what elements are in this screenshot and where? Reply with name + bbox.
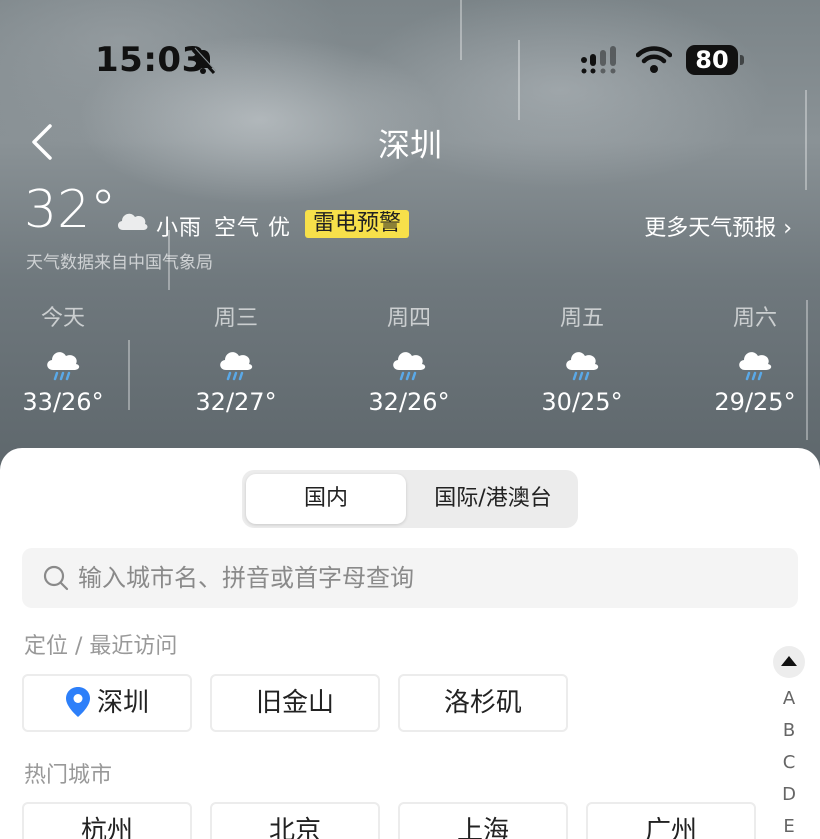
index-scroll-top-button[interactable] xyxy=(773,646,805,678)
battery-indicator: 80 xyxy=(686,45,738,75)
battery-cap xyxy=(740,55,744,65)
rain-cloud-icon xyxy=(566,352,599,381)
recent-city-label: 洛杉矶 xyxy=(443,688,522,718)
city-title: 深圳 xyxy=(377,126,442,164)
forecast-day: 周三 32/27° xyxy=(181,300,291,416)
cellular-signal-icon xyxy=(581,46,616,74)
hot-city-label: 上海 xyxy=(456,816,509,839)
forecast-day-temps: 29/25° xyxy=(714,388,796,416)
forecast-day: 今天 33/26° xyxy=(8,300,118,416)
more-forecast-link[interactable]: 更多天气预报 › xyxy=(644,210,792,242)
cloud-icon xyxy=(117,213,148,230)
hot-city-label: 广州 xyxy=(644,816,697,839)
recent-city-chip[interactable]: 洛杉矶 xyxy=(398,674,568,732)
forecast-day: 周六 29/25° xyxy=(700,300,810,416)
hot-city-label: 北京 xyxy=(268,816,321,839)
forecast-strip: 今天 33/26° 周三 32/27° 周四 32/26° 周五 30/25° … xyxy=(0,300,820,430)
air-quality: 空气 优 xyxy=(214,216,291,241)
forecast-day-name: 周四 xyxy=(386,306,431,331)
triangle-up-icon xyxy=(781,656,797,666)
hot-city-chip[interactable]: 杭州 xyxy=(22,802,192,839)
forecast-day-name: 周三 xyxy=(213,306,258,331)
location-pin-icon xyxy=(65,686,90,717)
forecast-day-temps: 32/26° xyxy=(368,388,450,416)
forecast-day-temps: 32/27° xyxy=(195,388,277,416)
data-source-text: 天气数据来自中国气象局 xyxy=(26,253,213,273)
hot-city-chip[interactable]: 上海 xyxy=(398,802,568,839)
rain-cloud-icon xyxy=(47,352,80,381)
hot-cities-label: 热门城市 xyxy=(24,763,113,788)
forecast-day-temps: 30/25° xyxy=(541,388,623,416)
city-search-input[interactable] xyxy=(78,548,778,608)
weather-condition: 小雨 xyxy=(156,216,203,241)
forecast-day-temps: 33/26° xyxy=(22,388,104,416)
hot-city-chip[interactable]: 广州 xyxy=(586,802,756,839)
recent-section-label: 定位 / 最近访问 xyxy=(24,634,178,659)
forecast-day: 周四 32/26° xyxy=(354,300,464,416)
search-icon xyxy=(43,565,69,591)
wifi-icon xyxy=(636,46,672,73)
search-box[interactable] xyxy=(22,548,798,608)
rain-cloud-icon xyxy=(739,352,772,381)
forecast-day-name: 今天 xyxy=(40,306,85,331)
index-letter[interactable]: D xyxy=(772,784,806,805)
recent-city-chip[interactable]: 旧金山 xyxy=(210,674,380,732)
recent-city-label: 旧金山 xyxy=(255,688,334,718)
index-letter[interactable]: E xyxy=(772,816,806,837)
bell-muted-icon xyxy=(191,47,217,75)
index-letter[interactable]: C xyxy=(772,752,806,773)
forecast-day-name: 周六 xyxy=(732,306,777,331)
rain-cloud-icon xyxy=(393,352,426,381)
recent-city-label: 深圳 xyxy=(96,688,149,718)
region-segmented-control: 国内 国际/港澳台 xyxy=(242,470,578,528)
tab-domestic[interactable]: 国内 xyxy=(246,474,406,524)
recent-city-chip[interactable]: 深圳 xyxy=(22,674,192,732)
hot-city-chip[interactable]: 北京 xyxy=(210,802,380,839)
weather-alert-badge[interactable]: 雷电预警 xyxy=(305,210,410,238)
current-temperature: 32° xyxy=(24,180,117,240)
index-letter[interactable]: A xyxy=(772,688,806,709)
rain-cloud-icon xyxy=(220,352,253,381)
forecast-day-name: 周五 xyxy=(559,306,604,331)
hot-city-label: 杭州 xyxy=(80,816,133,839)
rain-streak xyxy=(518,40,520,120)
rain-streak xyxy=(460,0,462,60)
index-letter[interactable]: B xyxy=(772,720,806,741)
tab-international[interactable]: 国际/港澳台 xyxy=(412,474,574,524)
forecast-day: 周五 30/25° xyxy=(527,300,637,416)
